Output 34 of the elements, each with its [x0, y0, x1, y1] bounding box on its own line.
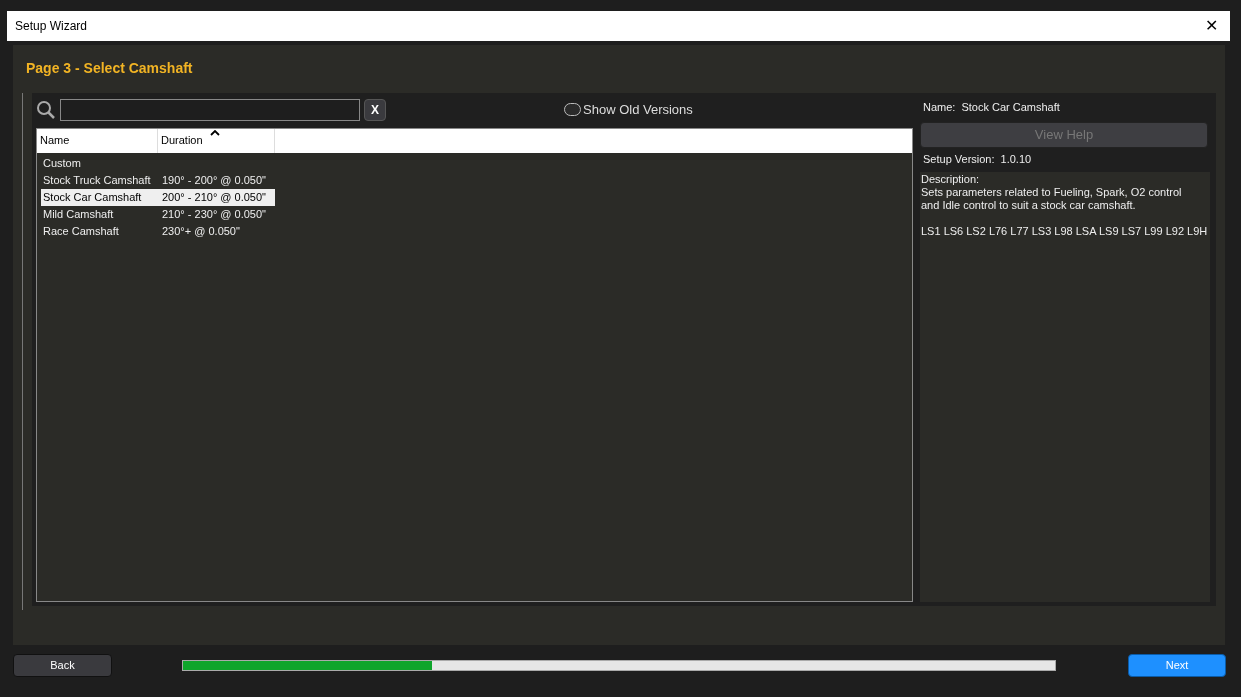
page-title: Page 3 - Select Camshaft [26, 59, 194, 78]
name-value: Stock Car Camshaft [961, 99, 1060, 115]
duration: 230°+ @ 0.050" [162, 224, 240, 239]
sort-caret-icon [210, 129, 220, 136]
camshaft-name: Stock Truck Camshaft [42, 173, 152, 188]
list-row[interactable]: Custom [41, 154, 275, 172]
camshaft-name: Mild Camshaft [42, 207, 115, 222]
duration: 190° - 200° @ 0.050" [162, 173, 266, 188]
duration: 210° - 230° @ 0.050" [162, 207, 266, 222]
version-value: 1.0.10 [1000, 151, 1032, 167]
list-row[interactable]: Stock Car Camshaft 200° - 210° @ 0.050" [41, 188, 275, 206]
close-button[interactable]: ✕ [1201, 14, 1222, 38]
toggle-switch[interactable] [564, 103, 581, 117]
camshaft-name: Stock Car Camshaft [42, 190, 143, 205]
back-button[interactable]: Back [13, 653, 112, 677]
camshaft-name: Custom [42, 156, 82, 171]
column-header[interactable]: Name [37, 128, 158, 153]
view-help-button: View Help [920, 122, 1208, 148]
search-field[interactable] [60, 98, 360, 121]
version-label: Setup Version: [923, 151, 995, 167]
list-row[interactable]: Stock Truck Camshaft 190° - 200° @ 0.050" [41, 171, 275, 189]
window-title: Setup Wizard [15, 18, 88, 35]
list-row[interactable]: Race Camshaft 230°+ @ 0.050" [41, 222, 275, 240]
engine-list: LS1 LS6 LS2 L76 L77 LS3 L98 LSA LS9 LS7 L99 L92 L9H [921, 225, 1209, 238]
duration: 200° - 210° @ 0.050" [162, 190, 266, 205]
name-label: Name: [923, 99, 956, 115]
description-text: Sets parameters related to Fueling, Spark, O2 control and Idle control to suit a stock car camshaft. [921, 186, 1183, 212]
list-row[interactable]: Mild Camshaft 210° - 230° @ 0.050" [41, 205, 275, 223]
clear-search-button[interactable]: X [364, 98, 386, 121]
search-icon [36, 99, 56, 120]
camshaft-name: Race Camshaft [42, 224, 120, 239]
description-label: Description: [921, 173, 981, 186]
column-header[interactable]: Duration [158, 128, 275, 153]
toggle-label: Show Old Versions [583, 101, 693, 120]
